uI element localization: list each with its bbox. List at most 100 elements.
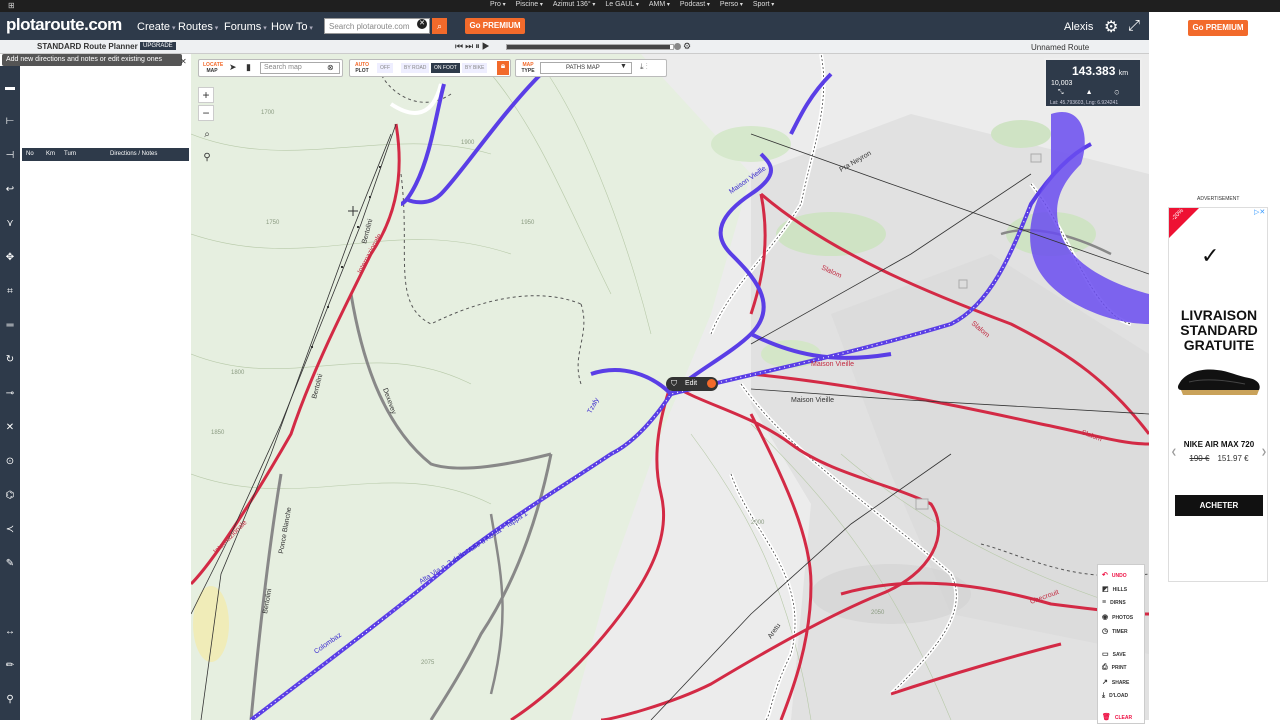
hills-button[interactable]: ◩ HILLS bbox=[1102, 585, 1127, 593]
pencil-icon[interactable]: ✏ bbox=[0, 656, 20, 676]
ad-new-price: 151.97 € bbox=[1217, 454, 1249, 463]
site-logo[interactable]: plotaroute.com bbox=[6, 15, 122, 35]
zoom-out-button[interactable]: − bbox=[198, 105, 214, 121]
playback-controls[interactable]: ⏮⏭⏸▶ bbox=[455, 41, 492, 52]
share-button[interactable]: ↗ SHARE bbox=[1102, 678, 1129, 686]
navigation-arrow-icon[interactable]: ➤ bbox=[229, 62, 237, 73]
nav-create[interactable]: Create bbox=[137, 21, 176, 33]
map-side-menu: ↶ UNDO ◩ HILLS ≡ DIRNS ◉ PHOTOS ◷ TIMER ▭ SAVE… bbox=[1097, 564, 1145, 724]
stats-icons[interactable]: ⤡▲⊙ bbox=[1058, 89, 1141, 97]
streetview-icon[interactable]: ⚲ bbox=[200, 152, 214, 166]
map-layers-icon[interactable]: ⌕ bbox=[200, 129, 214, 143]
system-menus: Pro Piscine Azimut 136° Le GAUL AMM Podc… bbox=[490, 1, 774, 8]
plot-off-button[interactable]: OFF bbox=[377, 63, 393, 73]
system-menu-amm[interactable]: AMM bbox=[649, 1, 670, 8]
top-nav: plotaroute.com Create Routes Forums How … bbox=[0, 12, 1149, 40]
planner-title: STANDARD Route Planner bbox=[37, 42, 138, 51]
system-menu-podcast[interactable]: Podcast bbox=[680, 1, 710, 8]
ad-choices-icon[interactable]: ▷✕ bbox=[1254, 208, 1265, 216]
save-icon: ▭ bbox=[1102, 651, 1109, 658]
nav-howto[interactable]: How To bbox=[271, 21, 313, 33]
share-route-icon[interactable]: ≺ bbox=[0, 520, 20, 540]
climb-value: 10,003 bbox=[1051, 80, 1073, 87]
upgrade-button[interactable]: UPGRADE bbox=[140, 42, 176, 50]
delete-icon[interactable]: ✕ bbox=[0, 418, 20, 438]
contour-label: 2075 bbox=[421, 660, 435, 666]
clear-search-icon[interactable]: ✕ bbox=[417, 19, 427, 29]
undo-button[interactable]: ↶ UNDO bbox=[1102, 571, 1127, 579]
measure-icon[interactable]: ↔ bbox=[0, 622, 20, 642]
contour-label: 1950 bbox=[521, 220, 535, 226]
route-name[interactable]: Unnamed Route bbox=[1031, 43, 1089, 52]
directions-table-header: No Km Turn Directions / Notes bbox=[22, 148, 189, 161]
ad-prices: 190 € 151.97 € bbox=[1173, 454, 1265, 463]
ad-product-name: NIKE AIR MAX 720 bbox=[1183, 440, 1255, 449]
col-turn: Turn bbox=[64, 151, 77, 157]
trail-label: Internazionale bbox=[357, 233, 384, 275]
bookmark-icon[interactable]: ▮ bbox=[246, 62, 251, 73]
pin-icon[interactable]: ⊙ bbox=[0, 452, 20, 472]
edit-point-popup[interactable]: ⛉ Edit bbox=[666, 377, 718, 391]
tooltip-close-icon[interactable]: ✕ bbox=[180, 57, 187, 66]
plot-by-bike-button[interactable]: BY BIKE bbox=[462, 63, 488, 73]
plot-on-foot-button[interactable]: ON FOOT bbox=[431, 63, 460, 73]
save-button[interactable]: ▭ SAVE bbox=[1102, 650, 1126, 658]
plot-by-road-button[interactable]: BY ROAD bbox=[401, 63, 430, 73]
system-menu-sport[interactable]: Sport bbox=[753, 1, 774, 8]
logo-text: plotaroute.com bbox=[6, 15, 122, 34]
directions-button[interactable]: ≡ DIRNS bbox=[1102, 599, 1126, 606]
draw-icon[interactable]: ✎ bbox=[0, 554, 20, 574]
grid-icon[interactable]: ⊞ bbox=[8, 1, 15, 10]
start-icon[interactable]: ⊢ bbox=[0, 112, 20, 132]
tool-strip: ▬ ⊢ ⊣ ↩ ⋎ ✥ ⌗ ═ ↻ ⊸ ✕ ⊙ ⌬ ≺ ✎ ↔ ✏ ⚲ bbox=[0, 66, 20, 720]
place-label: Maison Vieille bbox=[791, 397, 834, 404]
merge-icon[interactable]: ⌬ bbox=[0, 486, 20, 506]
print-button[interactable]: ⎙ PRINT bbox=[1102, 664, 1127, 672]
download-map-icon[interactable]: ⤓ ⋮ bbox=[640, 62, 648, 72]
crop-icon[interactable]: ⌗ bbox=[0, 282, 20, 302]
location-pin-icon[interactable]: ⚲ bbox=[0, 690, 20, 710]
system-menu-piscine[interactable]: Piscine bbox=[516, 1, 543, 8]
parallel-icon[interactable]: ═ bbox=[0, 316, 20, 336]
user-name[interactable]: Alexis bbox=[1064, 21, 1093, 33]
download-button[interactable]: ⤓ D'LOAD bbox=[1102, 692, 1128, 700]
col-directions: Directions / Notes bbox=[110, 151, 158, 157]
progress-knob[interactable] bbox=[674, 43, 681, 50]
loop-icon[interactable]: ↻ bbox=[0, 350, 20, 370]
map-search-clear-icon[interactable]: ⊗ bbox=[327, 63, 334, 72]
lat-lng-readout: Lat: 45.793603, Lng: 6.924241 bbox=[1050, 100, 1119, 106]
nav-forums[interactable]: Forums bbox=[224, 21, 267, 33]
lock-icon[interactable]: 🔒︎ bbox=[497, 61, 509, 75]
go-premium-button[interactable]: Go PREMIUM bbox=[465, 18, 525, 34]
route-playback-progress[interactable] bbox=[506, 44, 674, 50]
system-menu-legaul[interactable]: Le GAUL bbox=[605, 1, 638, 8]
nike-ad[interactable]: -20% ▷✕ ✓ LIVRAISON STANDARD GRATUITE ❮ … bbox=[1168, 207, 1268, 582]
ad-buy-button[interactable]: ACHETER bbox=[1175, 495, 1263, 516]
system-menu-azimut[interactable]: Azimut 136° bbox=[553, 1, 596, 8]
timer-button[interactable]: ◷ TIMER bbox=[1102, 627, 1128, 635]
directions-panel: No Km Turn Directions / Notes bbox=[20, 66, 191, 720]
info-dot-icon[interactable] bbox=[707, 379, 716, 388]
share-icon: ↗ bbox=[1102, 679, 1108, 686]
go-premium-side-button[interactable]: Go PREMIUM bbox=[1188, 20, 1248, 36]
out-back-icon[interactable]: ⊸ bbox=[0, 384, 20, 404]
notes-icon[interactable]: ▬ bbox=[0, 78, 20, 98]
zoom-in-button[interactable]: + bbox=[198, 87, 214, 103]
download-icon: ⤓ bbox=[1102, 692, 1106, 699]
system-menu-perso[interactable]: Perso bbox=[720, 1, 743, 8]
reverse-icon[interactable]: ↩ bbox=[0, 180, 20, 200]
nav-routes[interactable]: Routes bbox=[178, 21, 218, 33]
search-icon[interactable]: ⌕ bbox=[432, 18, 447, 34]
chevron-down-icon[interactable]: ▼ bbox=[620, 63, 627, 70]
photos-button[interactable]: ◉ PHOTOS bbox=[1102, 613, 1133, 621]
playback-settings-icon[interactable]: ⚙ bbox=[683, 41, 691, 52]
map-type-select[interactable]: PATHS MAP bbox=[540, 62, 632, 74]
gear-icon[interactable]: ⚙ bbox=[1104, 17, 1118, 37]
site-search-input[interactable]: Search plotaroute.com bbox=[324, 18, 430, 34]
autoplot-label: AUTO PLOT bbox=[354, 62, 370, 74]
waypoint-icon[interactable]: ✥ bbox=[0, 248, 20, 268]
system-menu-pro[interactable]: Pro bbox=[490, 1, 506, 8]
fullscreen-icon[interactable]: ⤢ bbox=[1128, 17, 1140, 34]
split-icon[interactable]: ⋎ bbox=[0, 214, 20, 234]
end-icon[interactable]: ⊣ bbox=[0, 146, 20, 166]
